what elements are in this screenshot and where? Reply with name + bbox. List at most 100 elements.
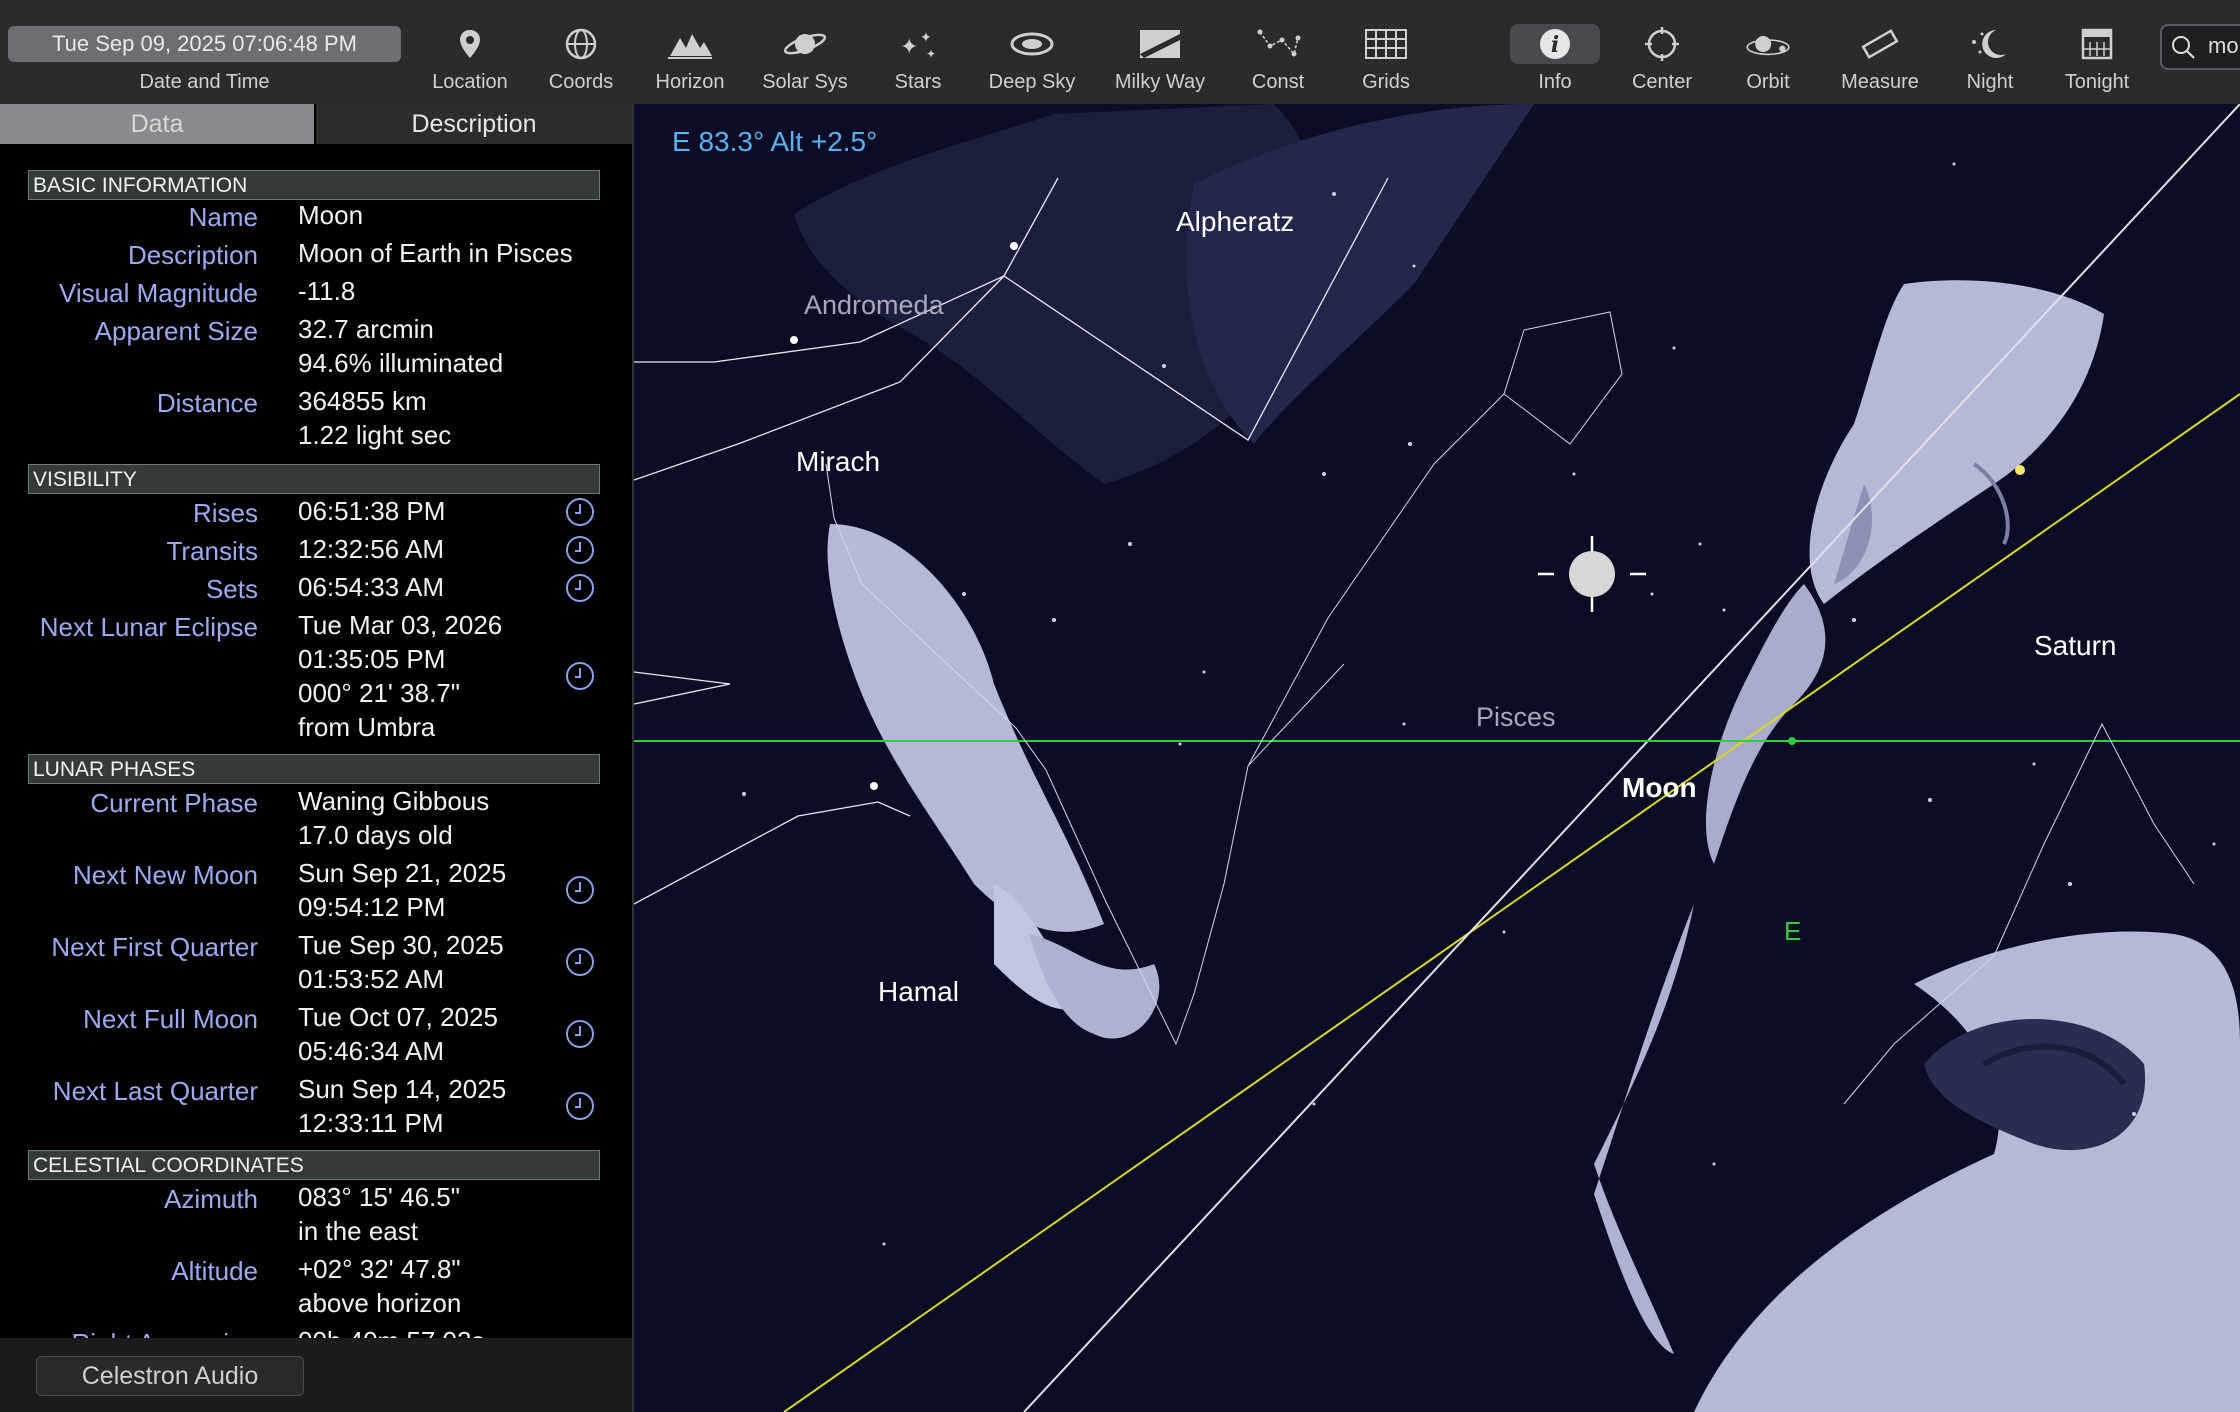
datetime-label: Date and Time — [139, 71, 270, 93]
altitude-label: Altitude — [171, 1256, 258, 1286]
new-moon-time: 09:54:12 PM — [298, 892, 446, 922]
altitude-direction: above horizon — [298, 1288, 462, 1318]
info-icon: i — [1510, 24, 1600, 64]
night-button[interactable]: Night — [1950, 0, 2030, 104]
cetus-art — [1694, 931, 2240, 1412]
svg-text:✦: ✦ — [900, 35, 918, 60]
tonight-label: Tonight — [2064, 71, 2130, 93]
measure-button[interactable]: Measure — [1834, 0, 1926, 104]
panel-footer: Celestron Audio — [0, 1338, 632, 1412]
coords-button[interactable]: Coords — [541, 0, 621, 104]
ruler-icon — [1861, 29, 1899, 59]
new-moon-date: Sun Sep 21, 2025 — [298, 858, 507, 888]
andromeda-label: Andromeda — [804, 290, 944, 320]
eclipse-from-value: from Umbra — [298, 712, 436, 742]
pisces-fish-art — [827, 280, 2104, 1354]
horizon-button[interactable]: Horizon — [645, 0, 735, 104]
milky-way-label: Milky Way — [1114, 71, 1206, 93]
planet-icon — [783, 33, 827, 55]
hamal-star[interactable] — [870, 782, 878, 790]
search-field[interactable]: mo — [2160, 24, 2240, 70]
transits-clock-icon[interactable] — [566, 536, 594, 564]
deep-sky-button[interactable]: Deep Sky — [982, 0, 1082, 104]
calendar-icon — [2081, 28, 2113, 60]
moon-disc[interactable] — [1569, 551, 1615, 597]
grids-button[interactable]: Grids — [1346, 0, 1426, 104]
name-value: Moon — [298, 200, 364, 230]
apparent-size-value: 32.7 arcmin — [298, 314, 434, 344]
next-new-moon-label: Next New Moon — [73, 860, 258, 890]
phase-age-value: 17.0 days old — [298, 820, 453, 850]
coords-icon — [565, 28, 597, 60]
night-label: Night — [1966, 71, 2014, 93]
full-moon-clock-icon[interactable] — [566, 1020, 594, 1048]
current-phase-value: Waning Gibbous — [298, 786, 490, 816]
azimuth-label: Azimuth — [164, 1184, 258, 1214]
toolbar: Tue Sep 09, 2025 07:06:48 PM Date and Ti… — [0, 0, 2240, 105]
search-icon — [2172, 36, 2195, 59]
alpheratz-label[interactable]: Alpheratz — [1176, 206, 1294, 238]
last-quarter-clock-icon[interactable] — [566, 1092, 594, 1120]
east-label: E — [1784, 916, 1802, 946]
moon-selection[interactable] — [1538, 536, 1646, 612]
tonight-button[interactable]: Tonight — [2052, 0, 2142, 104]
svg-text:✦: ✦ — [926, 47, 936, 61]
section-basic-information: BASIC INFORMATION — [28, 170, 600, 200]
rises-clock-icon[interactable] — [566, 498, 594, 526]
distance-label: Distance — [156, 388, 258, 418]
sky-view[interactable]: E 83.3° Alt +2.5° Alpheratz Mirach Hamal… — [634, 104, 2240, 1412]
sets-clock-icon[interactable] — [566, 574, 594, 602]
last-quarter-time: 12:33:11 PM — [298, 1108, 444, 1138]
solar-sys-label: Solar Sys — [762, 71, 848, 93]
search-input[interactable]: mo — [2208, 33, 2239, 59]
info-button[interactable]: i Info — [1510, 0, 1600, 104]
celestron-audio-button[interactable]: Celestron Audio — [36, 1356, 304, 1396]
azimuth-value: 083° 15' 46.5" — [298, 1182, 460, 1212]
new-moon-clock-icon[interactable] — [566, 876, 594, 904]
visual-magnitude-value: -11.8 — [298, 276, 356, 306]
moon-label[interactable]: Moon — [1622, 772, 1697, 804]
galaxy-icon — [1010, 32, 1054, 56]
saturn-planet[interactable] — [2015, 465, 2025, 475]
location-button[interactable]: Location — [430, 0, 510, 104]
info-content[interactable]: BASIC INFORMATION Name Moon Description … — [28, 164, 600, 1340]
apparent-size-label: Apparent Size — [94, 316, 258, 346]
datetime-field[interactable]: Tue Sep 09, 2025 07:06:48 PM — [8, 26, 401, 62]
stars-button[interactable]: ✦ ✦ ✦ Stars — [878, 0, 958, 104]
altitude-value: +02° 32' 47.8" — [298, 1254, 461, 1284]
first-quarter-clock-icon[interactable] — [566, 948, 594, 976]
last-quarter-date: Sun Sep 14, 2025 — [298, 1074, 507, 1104]
mirach-label[interactable]: Mirach — [796, 446, 880, 478]
first-quarter-date: Tue Sep 30, 2025 — [298, 930, 504, 960]
current-phase-label: Current Phase — [90, 788, 258, 818]
horizon-label: Horizon — [655, 71, 725, 93]
panel-tabs: Data Description — [0, 104, 632, 144]
sets-label: Sets — [205, 574, 258, 604]
alpheratz-star[interactable] — [1010, 242, 1018, 250]
transits-value: 12:32:56 AM — [298, 534, 444, 564]
orbit-label: Orbit — [1746, 71, 1790, 93]
eclipse-clock-icon[interactable] — [566, 662, 594, 690]
azimuth-direction: in the east — [298, 1216, 418, 1246]
saturn-label[interactable]: Saturn — [2034, 630, 2117, 662]
mirach-star[interactable] — [790, 336, 798, 344]
orbit-button[interactable]: Orbit — [1728, 0, 1808, 104]
moon-stars-icon — [1972, 30, 2006, 58]
coords-label: Coords — [548, 71, 614, 93]
rises-value: 06:51:38 PM — [298, 496, 446, 526]
hamal-label[interactable]: Hamal — [878, 976, 959, 1008]
tab-description[interactable]: Description — [316, 104, 632, 144]
const-button[interactable]: Const — [1238, 0, 1318, 104]
pisces-label: Pisces — [1476, 702, 1556, 732]
description-label: Description — [127, 240, 258, 270]
solar-sys-button[interactable]: Solar Sys — [756, 0, 854, 104]
tab-data[interactable]: Data — [0, 104, 314, 144]
deep-sky-label: Deep Sky — [988, 71, 1076, 93]
visual-magnitude-label: Visual Magnitude — [59, 278, 258, 308]
next-first-quarter-label: Next First Quarter — [51, 932, 258, 962]
milky-way-button[interactable]: Milky Way — [1106, 0, 1214, 104]
section-lunar-phases: LUNAR PHASES — [28, 754, 600, 784]
center-button[interactable]: Center — [1622, 0, 1702, 104]
crosshair-icon — [1645, 27, 1679, 61]
grid-icon — [1365, 29, 1407, 59]
